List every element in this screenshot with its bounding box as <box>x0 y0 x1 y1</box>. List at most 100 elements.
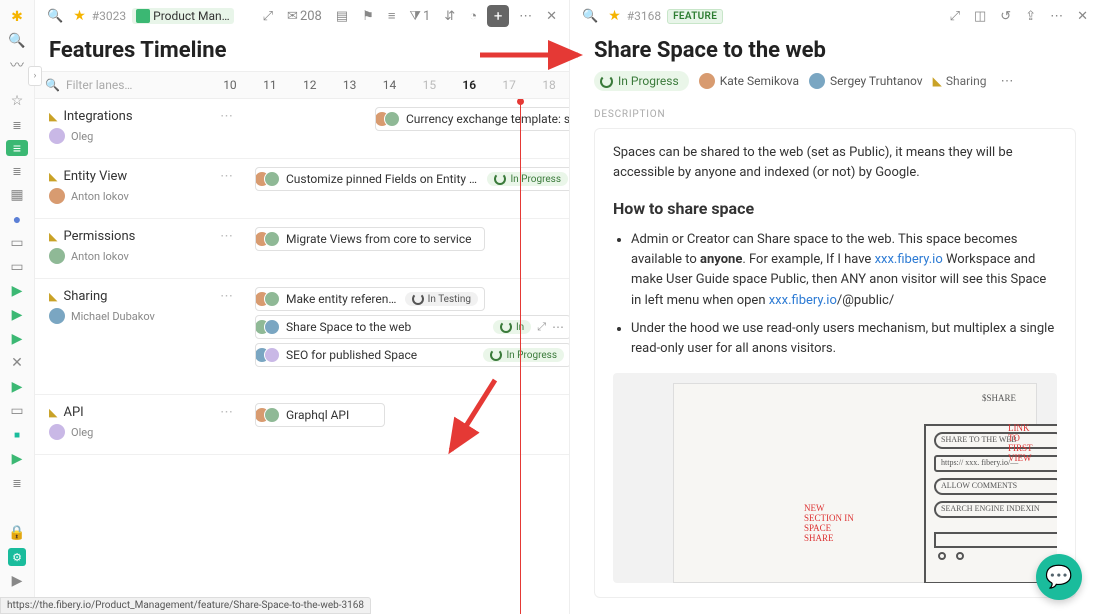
card-avatars <box>260 319 280 335</box>
toolbar-search-icon[interactable]: 🔍 <box>43 7 67 26</box>
lock-icon[interactable]: 🔒 <box>8 524 26 542</box>
link-workspace[interactable]: xxx.fibery.io <box>875 252 943 267</box>
play5-icon[interactable]: ▶ <box>8 450 26 468</box>
meta-more-icon[interactable]: ⋯ <box>996 72 1017 91</box>
timeline-card[interactable]: Customize pinned Fields on Entity ViewIn… <box>255 167 569 191</box>
activity-icon[interactable]: 〰 <box>8 56 26 74</box>
paint-icon[interactable]: ◔ <box>465 6 481 26</box>
date-tick: 17 <box>489 78 529 92</box>
play4-icon[interactable]: ▶ <box>8 378 26 396</box>
left-rail: ✱ 🔍 〰 ☆ ≣ ≡ ≣ ▦ ● ▭ ▭ ▶ ▶ ▶ ✕ ▶ ▭ ■ ▶ ≣ … <box>0 0 35 614</box>
card-label: Share Space to the web <box>286 320 487 334</box>
timeline-panel: 🔍 ★ #3023 Product Man… ⤢ ✉208 ▤ ⚑ ≡ ⧩1 ⇵… <box>35 0 570 614</box>
rail-expand-button[interactable]: › <box>28 66 42 86</box>
flag-icon: ◣ <box>49 170 57 183</box>
date-tick: 15 <box>409 78 449 92</box>
bullet-2: Under the hood we use read-only users me… <box>631 319 1057 359</box>
teal-dot-icon[interactable]: ■ <box>8 426 26 444</box>
timeline-card[interactable]: Make entity references re…In Testing <box>255 287 485 311</box>
play2-icon[interactable]: ▶ <box>8 306 26 324</box>
status-pill: In Progress <box>487 172 568 186</box>
card-label: SEO for published Space <box>286 348 477 362</box>
more-icon[interactable]: ⋯ <box>1046 7 1067 26</box>
lane-header[interactable]: ◣ Entity View ⋯ <box>35 169 243 188</box>
meta-row: In Progress Kate Semikova Sergey Truhtan… <box>570 71 1100 101</box>
chat-fab[interactable]: 💬 <box>1036 554 1082 600</box>
timeline-icon[interactable]: ≡ <box>6 140 28 156</box>
toolbar-star-icon[interactable]: ★ <box>608 8 621 24</box>
date-tick: 13 <box>330 78 370 92</box>
bars2-icon[interactable]: ≣ <box>8 162 26 180</box>
search-icon[interactable]: 🔍 <box>8 32 26 50</box>
assignee-2[interactable]: Sergey Truhtanov <box>809 73 923 89</box>
lane-group: ◣API ⋯ Oleg Graphql API <box>35 395 569 455</box>
filter-row: 🔍 Filter lanes… 101112131415161718 <box>35 71 569 99</box>
filter-input[interactable]: 🔍 Filter lanes… <box>35 78 210 92</box>
lane-header[interactable]: ◣API ⋯ <box>35 405 243 424</box>
app-logo-icon[interactable]: ✱ <box>8 8 26 26</box>
timeline-card[interactable]: Share Space to the webIn⤢⋯ <box>255 315 569 339</box>
toolbar-star-icon[interactable]: ★ <box>73 8 86 24</box>
dot-icon[interactable]: ● <box>8 210 26 228</box>
play3-icon[interactable]: ▶ <box>8 330 26 348</box>
lane-name: Entity View <box>63 169 127 184</box>
lane-header[interactable]: ◣Integrations ⋯ <box>35 109 243 128</box>
bars3-icon[interactable]: ≣ <box>8 474 26 492</box>
star-icon[interactable]: ☆ <box>8 92 26 110</box>
entity-id: #3168 <box>627 9 661 23</box>
share-icon[interactable]: ⇪ <box>1021 7 1040 26</box>
sidebar-icon[interactable]: ◫ <box>970 7 990 26</box>
status-pill[interactable]: In Progress <box>594 71 689 91</box>
date-tick: 16 <box>449 78 489 92</box>
lane-header[interactable]: ◣Permissions ⋯ <box>35 229 243 248</box>
add-button[interactable]: + <box>487 5 509 27</box>
page-title: Features Timeline <box>35 32 569 71</box>
card-expand-icon[interactable]: ⤢ <box>537 320 546 334</box>
timeline-card[interactable]: Migrate Views from core to service <box>255 227 485 251</box>
sort-icon[interactable]: ≡ <box>384 6 400 26</box>
detail-title: Share Space to the web <box>570 32 1100 71</box>
flag-icon[interactable]: ⚑ <box>358 7 378 26</box>
timeline-card[interactable]: Graphql API <box>255 403 385 427</box>
lane-more-icon[interactable]: ⋯ <box>220 289 233 304</box>
lane-header[interactable]: ◣Sharing ⋯ <box>35 289 243 308</box>
expand-icon[interactable]: ⤢ <box>259 7 277 26</box>
page1-icon[interactable]: ▭ <box>8 234 26 252</box>
assignee-1[interactable]: Kate Semikova <box>699 73 799 89</box>
board-chip[interactable]: Product Man… <box>132 8 234 24</box>
lane-group: ◣Permissions ⋯ Anton lokov Migrate Views… <box>35 219 569 279</box>
page3-icon[interactable]: ▭ <box>8 402 26 420</box>
lane-more-icon[interactable]: ⋯ <box>220 229 233 244</box>
timeline-card[interactable]: Currency exchange template: support seco <box>375 107 569 131</box>
close-icon[interactable]: ✕ <box>542 7 561 26</box>
swap-icon[interactable]: ⇵ <box>440 7 459 26</box>
desc-paragraph: Spaces can be shared to the web (set as … <box>613 143 1057 183</box>
entity-id: #3023 <box>92 9 126 23</box>
layout-icon[interactable]: ▤ <box>332 7 352 26</box>
play1-icon[interactable]: ▶ <box>8 282 26 300</box>
collapse-icon[interactable]: ▶ <box>8 572 26 590</box>
lane-more-icon[interactable]: ⋯ <box>220 169 233 184</box>
settings-icon[interactable]: ⚙ <box>8 548 26 566</box>
lane-more-icon[interactable]: ⋯ <box>220 109 233 124</box>
filter-button[interactable]: ⧩1 <box>405 7 434 26</box>
status-pill: In Progress <box>483 348 564 362</box>
more-icon[interactable]: ⋯ <box>515 7 536 26</box>
expand-icon[interactable]: ⤢ <box>946 7 964 26</box>
history-icon[interactable]: ↺ <box>996 7 1015 26</box>
card-more-icon[interactable]: ⋯ <box>552 320 564 334</box>
close-icon[interactable]: ✕ <box>1073 7 1092 26</box>
lane-more-icon[interactable]: ⋯ <box>220 405 233 420</box>
shuffle-icon[interactable]: ✕ <box>8 354 26 372</box>
inbox-button[interactable]: ✉208 <box>283 7 326 26</box>
timeline-card[interactable]: SEO for published Space In Progress <box>255 343 569 367</box>
card-avatars <box>260 347 280 363</box>
link-workspace-2[interactable]: xxx.fibery.io <box>769 293 837 308</box>
avatar <box>49 188 65 204</box>
bars-icon[interactable]: ≣ <box>8 116 26 134</box>
page2-icon[interactable]: ▭ <box>8 258 26 276</box>
tag-sharing[interactable]: ◣Sharing <box>933 74 987 88</box>
lane-name: API <box>63 405 83 420</box>
toolbar-search-icon[interactable]: 🔍 <box>578 7 602 26</box>
grid-icon[interactable]: ▦ <box>8 186 26 204</box>
